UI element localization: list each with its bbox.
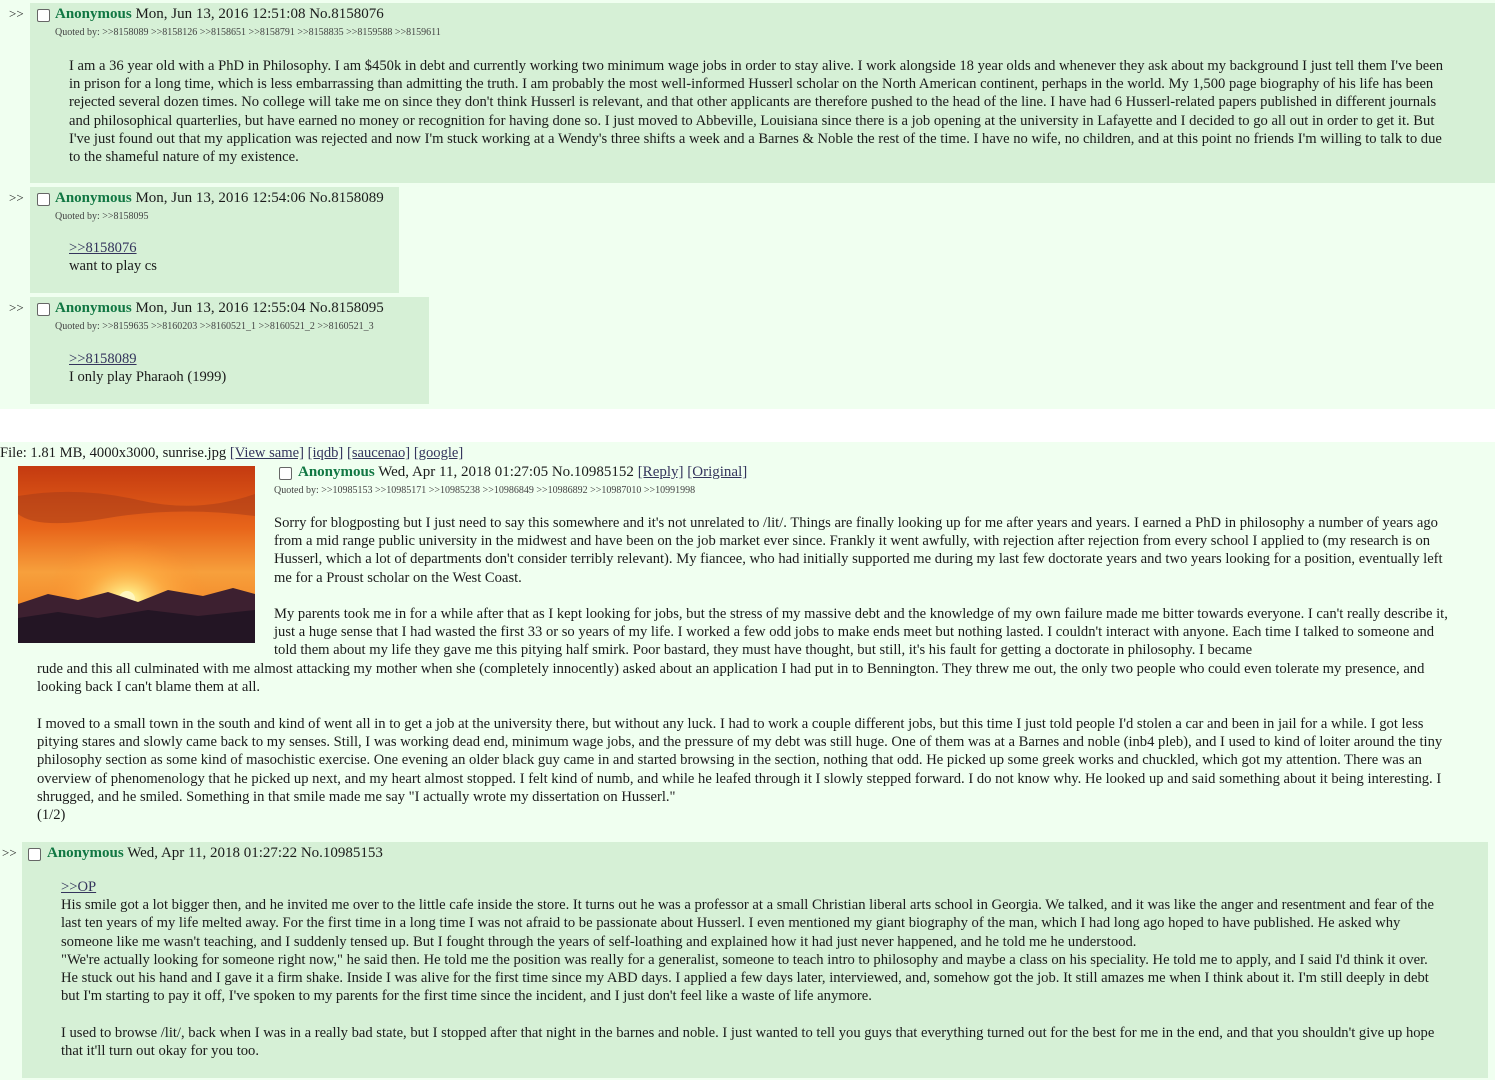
post-header: Anonymous Wed, Apr 11, 2018 01:27:22 No.… (47, 845, 383, 862)
post-arrows: >> (9, 190, 24, 205)
post-body: >>OP His smile got a lot bigger then, an… (61, 878, 1441, 1060)
post-8158095: Anonymous Mon, Jun 13, 2016 12:55:04 No.… (30, 297, 429, 404)
iqdb-link[interactable]: [iqdb] (308, 445, 344, 461)
post-body-para-2a: My parents took me in for a while after … (274, 606, 1448, 659)
post-checkbox[interactable] (279, 467, 292, 480)
post-datetime: Mon, Jun 13, 2016 12:51:08 (135, 6, 306, 22)
post-10985153: Anonymous Wed, Apr 11, 2018 01:27:22 No.… (22, 842, 1488, 1078)
reply-link[interactable]: [Reply] (638, 464, 684, 480)
quote-link[interactable]: >>8158089 (69, 351, 137, 367)
poster-name: Anonymous (55, 190, 132, 206)
quote-link[interactable]: >>8158076 (69, 240, 137, 256)
post-body-para-3: I used to browse /lit/, back when I was … (61, 1024, 1435, 1059)
post-8158076: Anonymous Mon, Jun 13, 2016 12:51:08 No.… (30, 3, 1495, 183)
post-number[interactable]: No.8158076 (309, 6, 384, 22)
poster-name: Anonymous (47, 845, 124, 861)
saucenao-link[interactable]: [saucenao] (347, 445, 410, 461)
poster-name: Anonymous (55, 300, 132, 316)
post-body: I am a 36 year old with a PhD in Philoso… (69, 58, 1444, 166)
view-same-link[interactable]: [View same] (230, 445, 304, 461)
post-arrows: >> (9, 6, 24, 21)
quote-link[interactable]: >>OP (61, 879, 96, 895)
post-body-para-2b: rude and this all culminated with me alm… (37, 661, 1425, 696)
page-marker: (1/2) (37, 807, 66, 823)
op-image-thumbnail[interactable] (18, 466, 255, 643)
post-number[interactable]: No.10985152 (552, 464, 634, 480)
post-header: Anonymous Mon, Jun 13, 2016 12:55:04 No.… (55, 300, 384, 317)
post-body-para-3: I moved to a small town in the south and… (37, 716, 1443, 805)
post-checkbox[interactable] (37, 193, 50, 206)
post-number[interactable]: No.8158095 (309, 300, 384, 316)
post-8158089: Anonymous Mon, Jun 13, 2016 12:54:06 No.… (30, 187, 399, 293)
post-arrows: >> (2, 845, 17, 860)
post-header: Anonymous Mon, Jun 13, 2016 12:54:06 No.… (55, 190, 384, 207)
poster-name: Anonymous (55, 6, 132, 22)
post-checkbox[interactable] (28, 848, 41, 861)
quoted-by[interactable]: Quoted by: >>8159635 >>8160203 >>8160521… (55, 321, 374, 332)
post-body-para-1: His smile got a lot bigger then, and he … (61, 897, 1434, 950)
post-datetime: Wed, Apr 11, 2018 01:27:22 (127, 845, 298, 861)
post-checkbox[interactable] (37, 303, 50, 316)
post-arrows: >> (9, 300, 24, 315)
original-link[interactable]: [Original] (687, 464, 747, 480)
post-header: Anonymous Mon, Jun 13, 2016 12:51:08 No.… (55, 6, 384, 23)
poster-name: Anonymous (298, 464, 375, 480)
post-body-para-2: "We're actually looking for someone righ… (61, 951, 1429, 1005)
quoted-by[interactable]: Quoted by: >>8158089 >>8158126 >>8158651… (55, 27, 441, 38)
post-text: want to play cs (69, 258, 157, 275)
file-details: File: 1.81 MB, 4000x3000, sunrise.jpg (0, 445, 227, 461)
post-checkbox[interactable] (37, 9, 50, 22)
post-text: I only play Pharaoh (1999) (69, 369, 227, 386)
post-header: Anonymous Wed, Apr 11, 2018 01:27:05 No.… (298, 464, 747, 481)
post-datetime: Mon, Jun 13, 2016 12:55:04 (135, 300, 306, 316)
quoted-by[interactable]: Quoted by: >>8158095 (55, 211, 149, 222)
post-datetime: Wed, Apr 11, 2018 01:27:05 (378, 464, 549, 480)
thread-1: >> Anonymous Mon, Jun 13, 2016 12:51:08 … (0, 0, 1495, 409)
post-number[interactable]: No.8158089 (309, 190, 384, 206)
quoted-by[interactable]: Quoted by: >>10985153 >>10985171 >>10985… (274, 485, 695, 496)
post-number[interactable]: No.10985153 (301, 845, 383, 861)
post-body-para-1: Sorry for blogposting but I just need to… (274, 515, 1443, 586)
google-link[interactable]: [google] (414, 445, 463, 461)
post-body: >>8158089 I only play Pharaoh (1999) (69, 350, 419, 386)
post-datetime: Mon, Jun 13, 2016 12:54:06 (135, 190, 306, 206)
post-body: >>8158076 want to play cs (69, 239, 389, 275)
file-info: File: 1.81 MB, 4000x3000, sunrise.jpg [V… (0, 445, 463, 462)
thread-separator (0, 409, 1495, 442)
